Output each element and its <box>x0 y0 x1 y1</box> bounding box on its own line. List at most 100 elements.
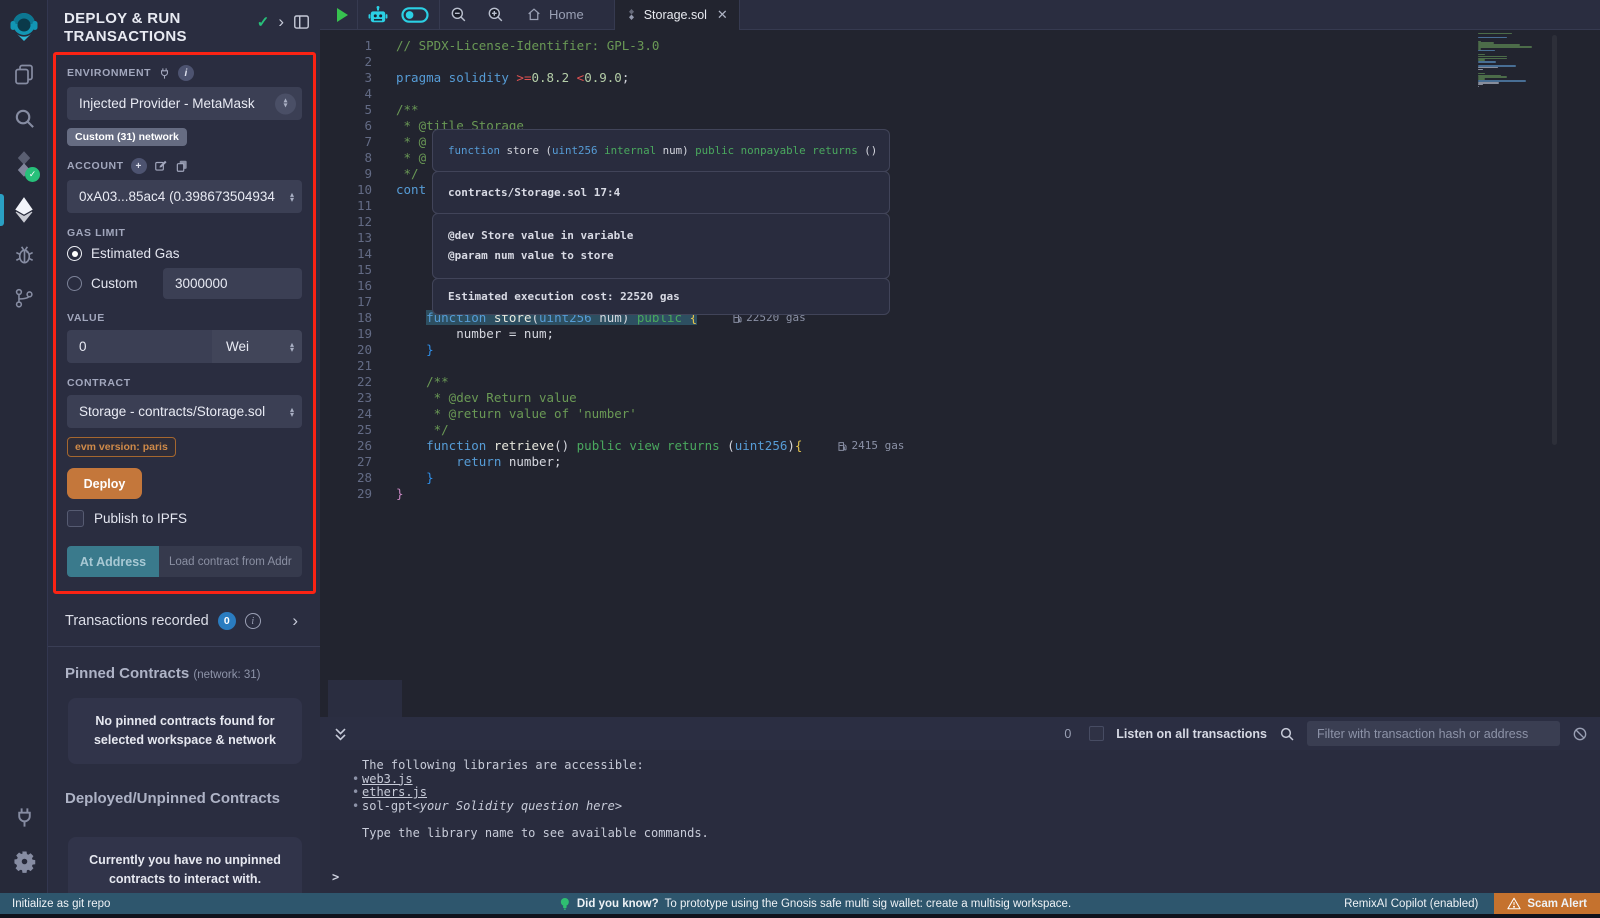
sidebar-item-file-explorer[interactable] <box>0 52 48 96</box>
code-editor[interactable]: 1// SPDX-License-Identifier: GPL-3.023pr… <box>320 30 1600 717</box>
scam-alert-button[interactable]: Scam Alert <box>1494 893 1600 914</box>
copy-address-icon[interactable] <box>175 159 189 173</box>
collapse-panel-icon[interactable]: › <box>278 17 284 27</box>
copilot-status[interactable]: RemixAI Copilot (enabled) <box>1344 898 1478 910</box>
terminal-search-icon[interactable] <box>1279 726 1295 742</box>
custom-gas-option[interactable]: Custom <box>67 268 302 299</box>
estimated-gas-option[interactable]: Estimated Gas <box>67 246 302 261</box>
deploy-button[interactable]: Deploy <box>67 468 142 499</box>
tooltip-doc: @dev Store value in variable @param num … <box>432 213 890 279</box>
clear-console-icon[interactable] <box>1572 726 1588 742</box>
zoom-out-icon <box>449 5 468 24</box>
home-tab[interactable]: Home <box>514 0 596 30</box>
deployed-contracts-title: Deployed/Unpinned Contracts <box>48 776 320 811</box>
value-unit-select[interactable]: Wei ▴▾ <box>212 330 302 363</box>
transactions-recorded-label: Transactions recorded <box>65 613 209 629</box>
ai-copilot-button[interactable] <box>358 0 398 30</box>
publish-ipfs-checkbox[interactable] <box>67 510 84 527</box>
copilot-toggle[interactable] <box>398 0 439 30</box>
sidebar-item-search[interactable] <box>0 96 48 140</box>
code-line[interactable]: 23 * @dev Return value <box>320 390 1600 406</box>
did-you-know-tip: Did you know? To prototype using the Gno… <box>559 897 1071 911</box>
code-line[interactable]: 29} <box>320 486 1600 502</box>
code-line[interactable]: 28 } <box>320 470 1600 486</box>
lightbulb-icon <box>559 897 571 911</box>
publish-ipfs-row[interactable]: Publish to IPFS <box>67 510 302 527</box>
code-line[interactable]: 26 function retrieve() public view retur… <box>320 438 1600 454</box>
expand-terminal-icon[interactable] <box>332 725 349 743</box>
zoom-out-button[interactable] <box>440 0 477 30</box>
code-line[interactable]: 2 <box>320 54 1600 70</box>
tab-label: Storage.sol <box>644 8 707 22</box>
editor-scrollbar[interactable] <box>1552 35 1557 445</box>
tab-storage-sol[interactable]: Storage.sol ✕ <box>614 0 740 30</box>
code-line[interactable]: 21 <box>320 358 1600 374</box>
web3-link[interactable]: web3.js <box>362 773 413 787</box>
terminal-filter-input[interactable] <box>1307 721 1560 746</box>
network-badge: Custom (31) network <box>67 128 187 146</box>
at-address-button[interactable]: At Address <box>67 546 159 577</box>
code-line[interactable]: 3pragma solidity >=0.8.2 <0.9.0; <box>320 70 1600 86</box>
sidebar-item-debugger[interactable] <box>0 232 48 276</box>
code-line[interactable]: 24 * @return value of 'number' <box>320 406 1600 422</box>
at-address-input[interactable] <box>159 546 302 577</box>
plug-icon <box>13 806 36 829</box>
code-line[interactable]: 19 number = num; <box>320 326 1600 342</box>
gear-icon <box>13 850 36 873</box>
sidebar-item-settings[interactable] <box>0 839 48 883</box>
plug-small-icon[interactable] <box>158 67 171 80</box>
terminal-output[interactable]: The following libraries are accessible: … <box>320 750 1600 893</box>
sidebar-item-plugin-manager[interactable] <box>0 795 48 839</box>
run-script-button[interactable] <box>328 0 357 30</box>
sidebar-item-deploy-run[interactable] <box>0 188 48 232</box>
environment-select[interactable]: Injected Provider - MetaMask ▴▾ <box>67 87 302 120</box>
file-explorer-icon <box>12 62 36 86</box>
code-line[interactable]: 5/** <box>320 102 1600 118</box>
remix-ide-window: ✓ <box>0 0 1600 918</box>
account-label-row: ACCOUNT + <box>67 158 302 174</box>
pin-panel-icon[interactable] <box>293 14 310 30</box>
pinned-contracts-title: Pinned Contracts (network: 31) <box>48 647 320 686</box>
scam-alert-label: Scam Alert <box>1527 898 1587 910</box>
add-account-icon[interactable]: + <box>131 158 147 174</box>
deployed-empty-alert: Currently you have no unpinned contracts… <box>68 837 302 893</box>
code-line[interactable]: 27 return number; <box>320 454 1600 470</box>
environment-info-icon[interactable]: i <box>178 65 194 81</box>
transactions-info-icon[interactable]: i <box>245 613 261 629</box>
estimated-gas-radio[interactable] <box>67 246 82 261</box>
code-line[interactable]: 25 */ <box>320 422 1600 438</box>
code-line[interactable]: 1// SPDX-License-Identifier: GPL-3.0 <box>320 38 1600 54</box>
evm-version-badge: evm version: paris <box>67 437 176 457</box>
sidebar-item-git[interactable] <box>0 276 48 320</box>
custom-gas-input[interactable] <box>163 268 302 299</box>
ethers-link[interactable]: ethers.js <box>362 786 427 800</box>
code-line[interactable]: 4 <box>320 86 1600 102</box>
zoom-in-button[interactable] <box>477 0 514 30</box>
remix-logo[interactable] <box>0 0 48 52</box>
play-icon <box>337 8 348 22</box>
sidebar-item-solidity-compiler[interactable]: ✓ <box>0 140 48 188</box>
listen-all-label: Listen on all transactions <box>1116 727 1267 741</box>
tab-close-icon[interactable]: ✕ <box>717 7 728 23</box>
bullet: • <box>352 773 362 787</box>
value-label: VALUE <box>67 312 302 324</box>
warning-icon <box>1507 897 1521 910</box>
custom-gas-radio[interactable] <box>67 276 82 291</box>
transactions-expand-icon[interactable]: › <box>292 611 298 631</box>
listen-all-checkbox[interactable] <box>1089 726 1104 741</box>
contract-select[interactable]: Storage - contracts/Storage.sol ▴▾ <box>67 395 302 428</box>
panel-title: DEPLOY & RUN TRANSACTIONS <box>64 10 234 46</box>
terminal-prompt[interactable]: > <box>332 871 1600 885</box>
transactions-count-badge: 0 <box>218 612 236 630</box>
sign-message-icon[interactable] <box>154 159 168 173</box>
account-value: 0xA03...85ac4 (0.398673504934 <box>79 189 275 204</box>
code-line[interactable]: 20 } <box>320 342 1600 358</box>
pinned-network-subtitle: (network: 31) <box>193 669 260 681</box>
minimap[interactable] <box>1478 33 1540 88</box>
contract-stepper-icon: ▴▾ <box>290 407 294 417</box>
compile-success-badge: ✓ <box>25 167 40 182</box>
account-select[interactable]: 0xA03...85ac4 (0.398673504934 ▴▾ <box>67 180 302 213</box>
git-init-button[interactable]: Initialize as git repo <box>12 898 110 910</box>
code-line[interactable]: 22 /** <box>320 374 1600 390</box>
value-input[interactable] <box>67 330 212 363</box>
